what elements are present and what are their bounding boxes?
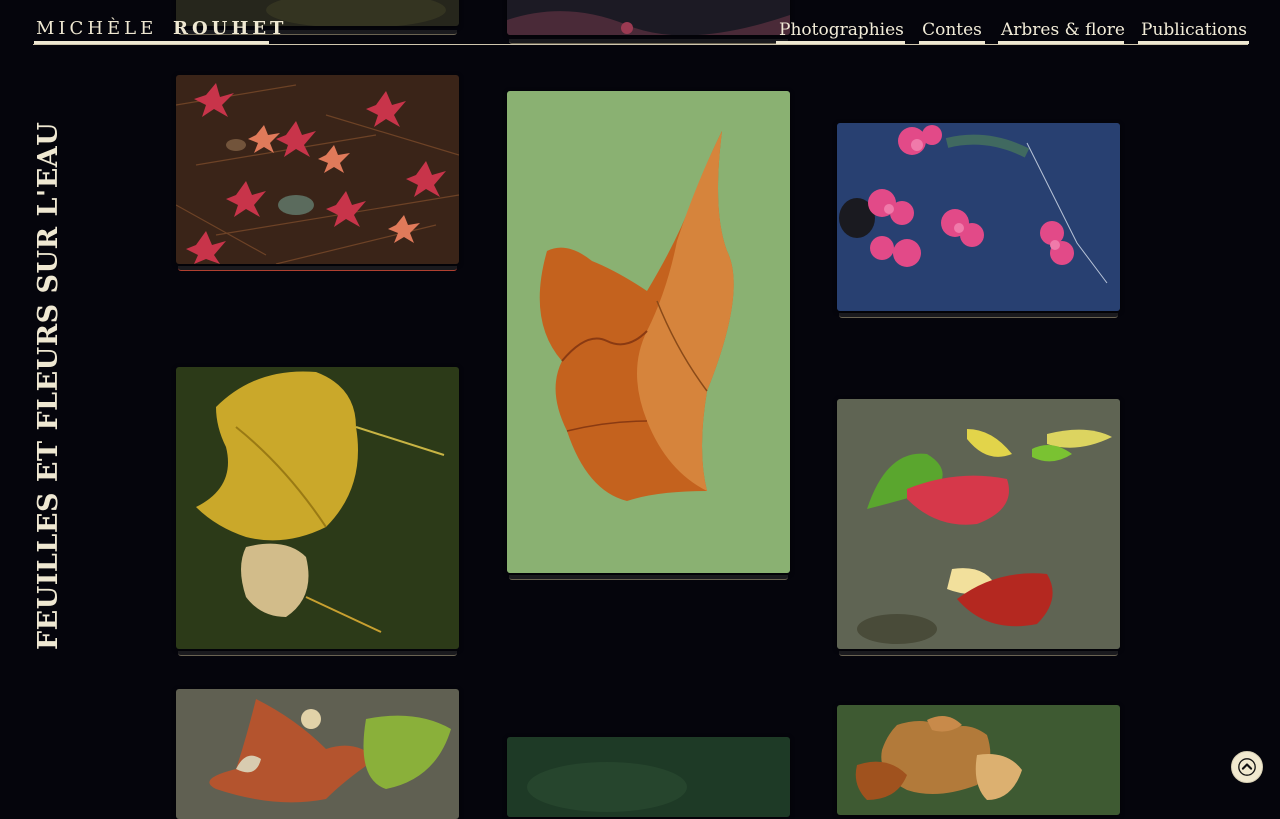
scroll-to-top-button[interactable] xyxy=(1231,751,1263,783)
gallery-card[interactable] xyxy=(507,91,790,583)
gallery-card[interactable] xyxy=(837,399,1120,659)
nav-item-contes[interactable]: Contes xyxy=(919,20,985,44)
chevron-up-icon xyxy=(1238,758,1256,776)
main-nav: Photographies Contes Arbres & flore Publ… xyxy=(0,20,1280,48)
gallery-card[interactable] xyxy=(176,75,459,273)
photo-yellow-leaves-on-dark-water xyxy=(176,367,459,649)
gallery-card[interactable] xyxy=(507,737,790,817)
photo-brown-leaves-cluster xyxy=(837,705,1120,815)
page-title: FEUILLES ET FLEURS SUR L'EAU xyxy=(33,121,64,650)
photo-colored-leaves-on-grey-water xyxy=(837,399,1120,649)
card-ledge xyxy=(509,575,788,580)
site-header: MICHÈLE ROUHET Photographies Contes Arbr… xyxy=(0,0,1280,48)
photo-dark-green-water xyxy=(507,737,790,817)
nav-item-arbres-flore[interactable]: Arbres & flore xyxy=(998,20,1125,44)
card-ledge xyxy=(839,313,1118,318)
nav-item-publications[interactable]: Publications xyxy=(1138,20,1249,44)
gallery-card[interactable] xyxy=(176,367,459,659)
photo-red-maple-leaves xyxy=(176,75,459,264)
gallery-card[interactable] xyxy=(837,123,1120,320)
nav-item-photographies[interactable]: Photographies xyxy=(776,20,905,44)
gallery-card[interactable] xyxy=(837,705,1120,815)
photo-pink-flowers-on-blue-water xyxy=(837,123,1120,311)
card-ledge xyxy=(178,266,457,271)
card-ledge xyxy=(839,651,1118,656)
photo-brown-leaf-on-green-water xyxy=(507,91,790,573)
card-ledge xyxy=(178,651,457,656)
